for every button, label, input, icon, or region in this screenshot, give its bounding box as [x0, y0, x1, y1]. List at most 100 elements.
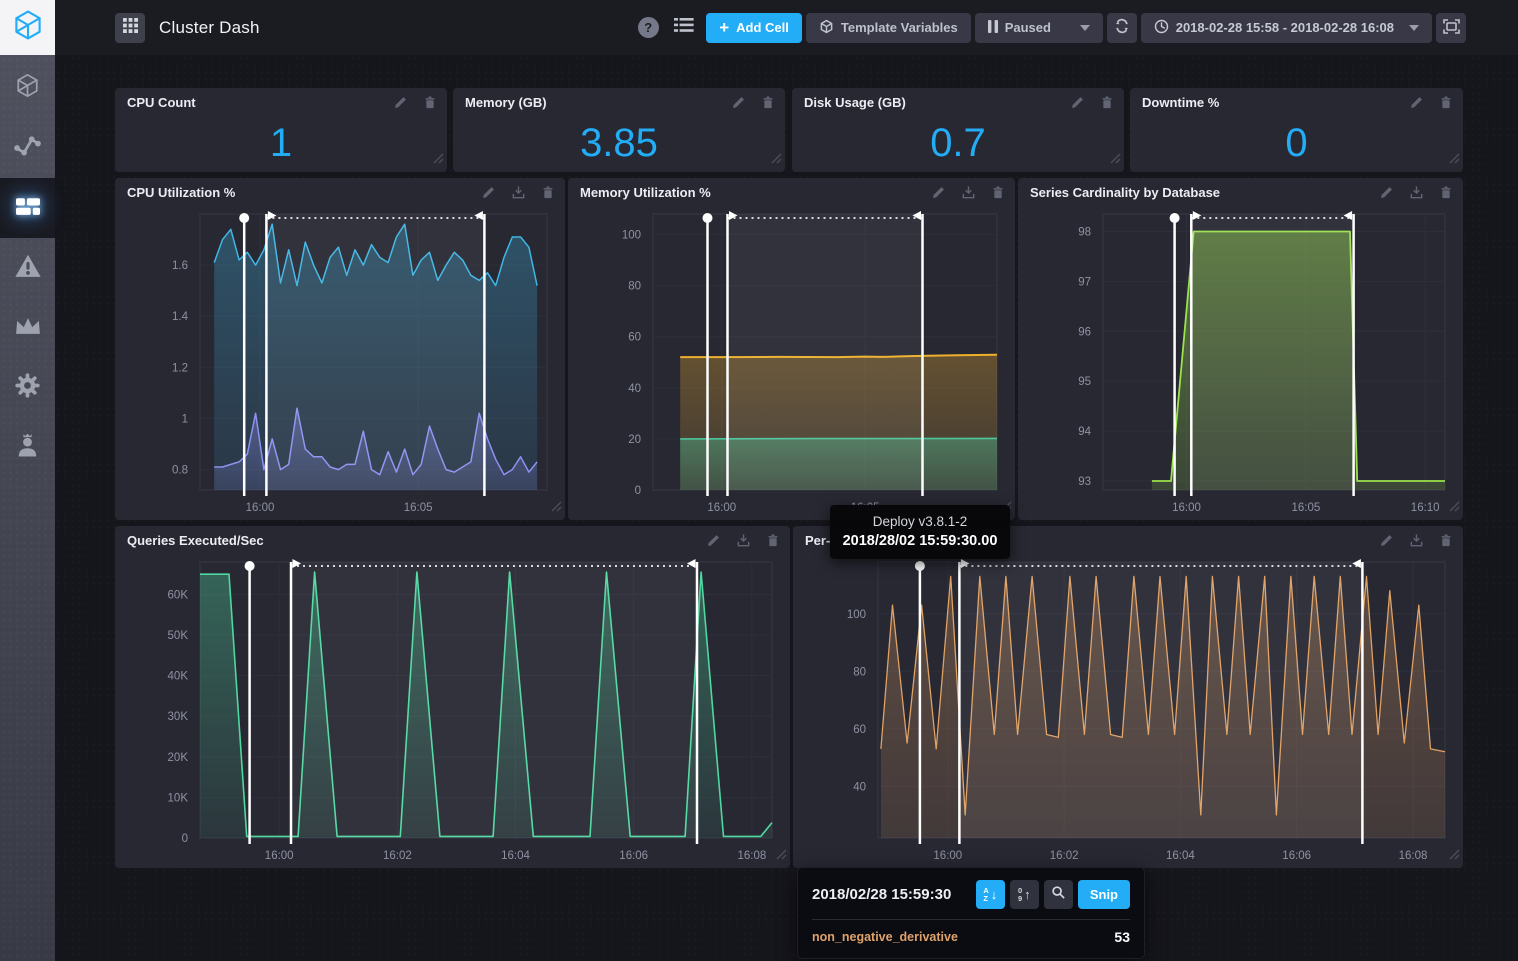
cell-drag-handle[interactable]: Queries Executed/Sec	[115, 526, 790, 554]
presentation-mode-button[interactable]	[1436, 13, 1466, 43]
trash-icon[interactable]	[766, 533, 780, 548]
edit-pencil-icon[interactable]	[1409, 95, 1424, 110]
sort-alpha-icon: AZ	[983, 887, 988, 902]
annotation-tooltip: Deploy v3.8.1-2 2018/28/02 15:59:30.00	[830, 505, 1010, 559]
cell-drag-handle[interactable]: Downtime %	[1130, 88, 1463, 116]
edit-pencil-icon[interactable]	[481, 185, 496, 200]
cell-title: Queries Executed/Sec	[127, 533, 264, 548]
svg-text:40K: 40K	[168, 671, 189, 683]
filter-series-button[interactable]	[1044, 880, 1073, 909]
svg-text:20K: 20K	[168, 752, 189, 764]
sort-numeric-button[interactable]: 09 ↑	[1010, 880, 1039, 909]
template-variables-button[interactable]: Template Variables	[806, 13, 971, 43]
svg-text:1.6: 1.6	[172, 260, 188, 272]
legend-popup: 2018/02/28 15:59:30 AZ ↓ 09 ↑	[797, 867, 1145, 959]
add-cell-button[interactable]: + Add Cell	[706, 13, 802, 43]
arrow-down-icon: ↓	[991, 888, 998, 901]
dashboard-switcher-button[interactable]	[115, 13, 145, 43]
cell-drag-handle[interactable]: Disk Usage (GB)	[792, 88, 1124, 116]
edit-pencil-icon[interactable]	[731, 95, 746, 110]
sidebar-item-host-list[interactable]	[0, 58, 55, 118]
cell-drag-handle[interactable]: CPU Utilization %	[115, 178, 565, 206]
trash-icon[interactable]	[1100, 95, 1114, 110]
add-cell-label: Add Cell	[736, 20, 789, 35]
chart-queries-executed[interactable]: 010K20K30K40K50K60K16:0016:0216:0416:061…	[115, 554, 790, 868]
edit-pencil-icon[interactable]	[393, 95, 408, 110]
annotations-button[interactable]	[670, 14, 698, 42]
edit-pencil-icon[interactable]	[1070, 95, 1085, 110]
resize-handle[interactable]	[769, 151, 782, 169]
svg-text:1.2: 1.2	[172, 362, 188, 374]
trash-icon[interactable]	[423, 95, 437, 110]
resize-handle[interactable]	[1447, 151, 1460, 169]
snip-button[interactable]: Snip	[1078, 880, 1130, 909]
snip-label: Snip	[1090, 887, 1118, 902]
trash-icon[interactable]	[1439, 533, 1453, 548]
trash-icon[interactable]	[991, 185, 1005, 200]
annotation-tooltip-timestamp: 2018/28/02 15:59:30.00	[840, 533, 1000, 549]
svg-text:10K: 10K	[168, 792, 189, 804]
legend-timestamp: 2018/02/28 15:59:30	[812, 886, 951, 903]
trash-icon[interactable]	[1439, 185, 1453, 200]
svg-text:80: 80	[853, 666, 866, 678]
svg-text:1.4: 1.4	[172, 311, 189, 323]
download-icon[interactable]	[961, 185, 976, 200]
single-stat-value: 0.7	[792, 120, 1124, 166]
template-variables-label: Template Variables	[841, 20, 958, 35]
help-button[interactable]: ?	[634, 14, 662, 42]
chart-memory-utilization[interactable]: 02040608010016:0016:05	[568, 206, 1015, 520]
cell-memory-gb: Memory (GB) 3.85	[453, 88, 785, 172]
resize-handle[interactable]	[1447, 847, 1460, 865]
svg-text:16:00: 16:00	[265, 850, 294, 862]
resize-handle[interactable]	[1108, 151, 1121, 169]
autorefresh-dropdown[interactable]: Paused	[975, 13, 1103, 43]
resize-handle[interactable]	[774, 847, 787, 865]
svg-text:60K: 60K	[168, 590, 189, 602]
edit-pencil-icon[interactable]	[1379, 185, 1394, 200]
download-icon[interactable]	[1409, 185, 1424, 200]
sidebar-item-data-explorer[interactable]	[0, 118, 55, 178]
cell-drag-handle[interactable]: Series Cardinality by Database	[1018, 178, 1463, 206]
time-range-dropdown[interactable]: 2018-02-28 15:58 - 2018-02-28 16:08	[1141, 13, 1432, 43]
svg-text:60: 60	[853, 724, 866, 736]
svg-text:100: 100	[622, 229, 641, 241]
legend-series-value: 53	[1114, 929, 1130, 945]
download-icon[interactable]	[1409, 533, 1424, 548]
page-title: Cluster Dash	[159, 18, 260, 38]
edit-pencil-icon[interactable]	[1379, 533, 1394, 548]
cell-title: CPU Count	[127, 95, 196, 110]
chevron-down-icon	[1409, 25, 1419, 31]
chart-series-cardinality[interactable]: 93949596979816:0016:0516:10	[1018, 206, 1463, 520]
sort-alpha-button[interactable]: AZ ↓	[976, 880, 1005, 909]
svg-text:40: 40	[853, 781, 866, 793]
resize-handle[interactable]	[549, 499, 562, 517]
chart-per[interactable]: 40608010016:0016:0216:0416:0616:08	[793, 554, 1463, 868]
sidebar-item-admin-user[interactable]	[0, 418, 55, 478]
svg-text:30K: 30K	[168, 711, 189, 723]
edit-pencil-icon[interactable]	[706, 533, 721, 548]
chronograf-logo[interactable]	[0, 0, 55, 55]
trash-icon[interactable]	[541, 185, 555, 200]
download-icon[interactable]	[736, 533, 751, 548]
download-icon[interactable]	[511, 185, 526, 200]
resize-handle[interactable]	[1447, 499, 1460, 517]
plus-icon: +	[719, 19, 729, 36]
sidebar-item-dashboards[interactable]	[0, 178, 55, 238]
svg-text:16:00: 16:00	[246, 502, 275, 514]
refresh-button[interactable]	[1107, 13, 1137, 43]
dashboards-icon	[14, 194, 42, 223]
sidebar-item-configuration[interactable]	[0, 358, 55, 418]
sidebar-item-alerts[interactable]	[0, 238, 55, 298]
legend-series-row[interactable]: non_negative_derivative 53	[812, 929, 1130, 945]
cell-drag-handle[interactable]: CPU Count	[115, 88, 447, 116]
cell-drag-handle[interactable]: Memory Utilization %	[568, 178, 1015, 206]
edit-pencil-icon[interactable]	[931, 185, 946, 200]
gear-icon	[14, 372, 41, 404]
cell-drag-handle[interactable]: Memory (GB)	[453, 88, 785, 116]
trash-icon[interactable]	[1439, 95, 1453, 110]
sidebar-item-admin[interactable]	[0, 298, 55, 358]
resize-handle[interactable]	[431, 151, 444, 169]
chart-cpu-utilization[interactable]: 0.811.21.41.616:0016:05	[115, 206, 565, 520]
trash-icon[interactable]	[761, 95, 775, 110]
svg-text:20: 20	[628, 434, 641, 446]
